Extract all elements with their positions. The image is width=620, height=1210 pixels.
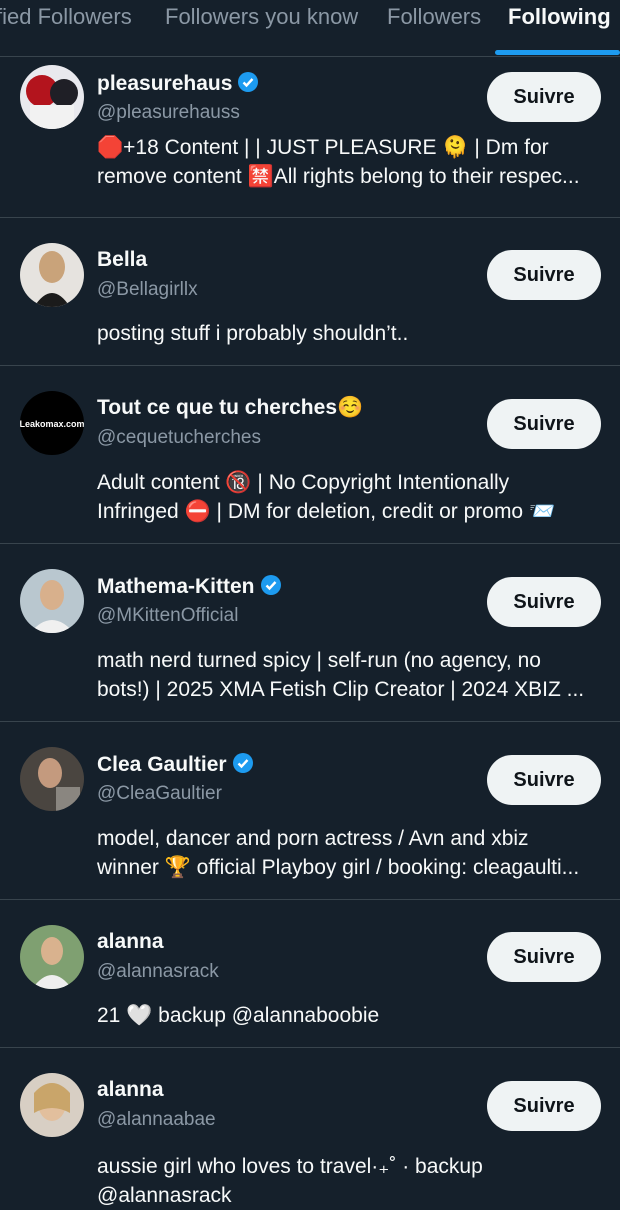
tab-followers[interactable]: Followers (387, 4, 481, 30)
tab-bar: fied Followers Followers you know Follow… (0, 0, 620, 57)
user-row[interactable]: alanna @alannaabae aussie girl who loves… (0, 1048, 620, 1207)
follow-button[interactable]: Suivre (487, 250, 601, 300)
user-handle[interactable]: @alannasrack (97, 961, 219, 983)
follow-button[interactable]: Suivre (487, 1081, 601, 1131)
user-bio: math nerd turned spicy | self-run (no ag… (97, 649, 585, 701)
follow-button[interactable]: Suivre (487, 577, 601, 627)
follow-button[interactable]: Suivre (487, 72, 601, 122)
user-row[interactable]: Clea Gaultier @CleaGaultier model, dance… (0, 722, 620, 900)
user-row[interactable]: pleasurehaus @pleasurehauss 🛑+18 Content… (0, 57, 620, 218)
user-name[interactable]: Clea Gaultier (97, 752, 254, 777)
user-handle[interactable]: @pleasurehauss (97, 102, 240, 124)
user-bio: 21 🤍 backup @alannaboobie (97, 1004, 380, 1027)
verified-badge-icon (232, 753, 253, 773)
avatar[interactable] (20, 1073, 84, 1137)
user-name[interactable]: pleasurehaus (97, 71, 259, 96)
user-bio: 🛑+18 Content | | JUST PLEASURE 🫠 | Dm fo… (97, 136, 580, 188)
avatar[interactable]: Leakomax.com (20, 391, 84, 455)
avatar[interactable] (20, 65, 84, 129)
user-row[interactable]: Bella @Bellagirllx posting stuff i proba… (0, 218, 620, 366)
tab-verified-followers[interactable]: fied Followers (0, 4, 132, 30)
user-name[interactable]: Bella (97, 248, 147, 272)
follow-button[interactable]: Suivre (487, 399, 601, 449)
user-bio: posting stuff i probably shouldn’t.. (97, 322, 409, 345)
avatar[interactable] (20, 243, 84, 307)
active-tab-indicator (495, 50, 620, 55)
avatar-logo-text: Leakomax.com (20, 419, 84, 429)
user-name[interactable]: alanna (97, 930, 164, 954)
user-name[interactable]: alanna (97, 1078, 164, 1102)
user-bio: Adult content 🔞 | No Copyright Intention… (97, 471, 556, 523)
avatar[interactable] (20, 747, 84, 811)
tab-following[interactable]: Following (508, 4, 611, 30)
user-handle[interactable]: @MKittenOfficial (97, 605, 238, 627)
user-row[interactable]: alanna @alannasrack 21 🤍 backup @alannab… (0, 900, 620, 1048)
tab-followers-you-know[interactable]: Followers you know (165, 4, 358, 30)
user-bio: aussie girl who loves to travel·₊˚ · bac… (97, 1155, 483, 1207)
user-handle[interactable]: @alannaabae (97, 1109, 216, 1131)
user-handle[interactable]: @Bellagirllx (97, 279, 198, 301)
user-handle[interactable]: @CleaGaultier (97, 783, 222, 805)
verified-badge-icon (238, 72, 259, 92)
user-row[interactable]: Mathema-Kitten @MKittenOfficial math ner… (0, 544, 620, 722)
follow-button[interactable]: Suivre (487, 755, 601, 805)
user-name[interactable]: Mathema-Kitten (97, 574, 282, 599)
verified-badge-icon (260, 575, 281, 595)
avatar[interactable] (20, 925, 84, 989)
user-bio: model, dancer and porn actress / Avn and… (97, 827, 580, 879)
user-name[interactable]: Tout ce que tu cherches☺️ (97, 396, 363, 420)
follow-button[interactable]: Suivre (487, 932, 601, 982)
user-row[interactable]: Leakomax.com Tout ce que tu cherches☺️ @… (0, 366, 620, 544)
user-handle[interactable]: @cequetucherches (97, 427, 261, 449)
avatar[interactable] (20, 569, 84, 633)
